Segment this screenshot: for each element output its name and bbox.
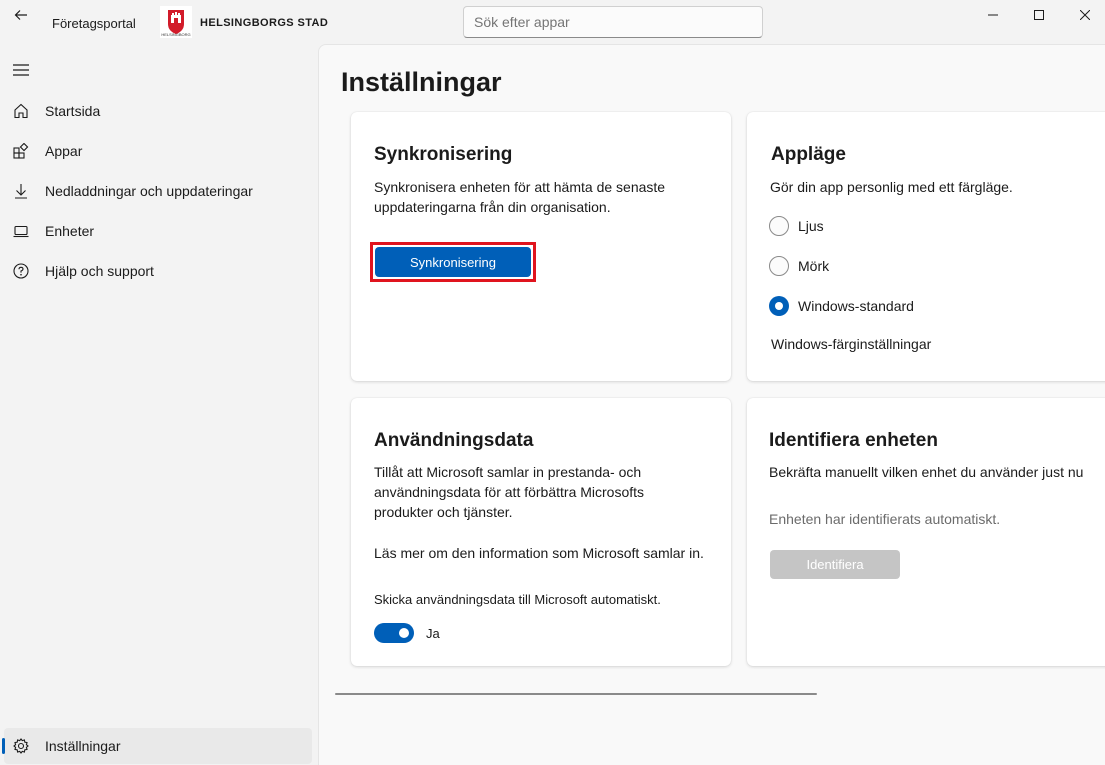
identify-card-title: Identifiera enheten — [769, 430, 938, 451]
sidebar-item-label: Enheter — [45, 223, 95, 239]
sidebar-item-downloads[interactable]: Nedladdningar och uppdateringar — [4, 173, 312, 209]
selection-indicator — [2, 738, 5, 754]
sidebar-item-help[interactable]: Hjälp och support — [4, 253, 312, 289]
sidebar: Startsida Appar Nedladdningar och uppdat… — [0, 44, 318, 765]
back-button[interactable] — [8, 4, 34, 26]
app-title: Företagsportal — [52, 16, 136, 31]
download-icon — [12, 182, 30, 200]
sync-card: Synkronisering Synkronisera enheten för … — [351, 112, 731, 381]
identify-status: Enheten har identifierats automatiskt. — [769, 511, 1001, 527]
help-icon — [12, 262, 30, 280]
sidebar-item-label: Inställningar — [45, 738, 121, 754]
maximize-button[interactable] — [1016, 0, 1062, 30]
radio-windows-default[interactable]: Windows-standard — [769, 295, 914, 317]
sync-card-description: Synkronisera enheten för att hämta de se… — [374, 179, 666, 215]
apps-icon — [12, 142, 30, 160]
org-name: HELSINGBORGS STAD — [200, 17, 329, 29]
sidebar-item-label: Startsida — [45, 103, 101, 119]
close-button[interactable] — [1062, 0, 1105, 30]
sidebar-item-settings[interactable]: Inställningar — [2, 728, 312, 764]
toggle-caption: Skicka användningsdata till Microsoft au… — [374, 592, 661, 607]
hamburger-icon — [13, 64, 29, 76]
radio-button[interactable] — [769, 256, 789, 276]
app-mode-card: Appläge Gör din app personlig med ett fä… — [747, 112, 1105, 381]
color-settings-link[interactable]: Windows-färginställningar — [771, 334, 931, 354]
usage-card-title: Användningsdata — [374, 430, 534, 451]
search-input[interactable] — [463, 6, 763, 38]
learn-more-link[interactable]: Läs mer om den information som Microsoft… — [374, 543, 719, 563]
identify-card-description: Bekräfta manuellt vilken enhet du använd… — [769, 464, 1084, 480]
org-logo: HELSINGBORG — [160, 6, 192, 38]
horizontal-scrollbar[interactable] — [335, 693, 817, 695]
app-mode-card-description: Gör din app personlig med ett färgläge. — [770, 179, 1013, 195]
main-content: Inställningar Synkronisering Synkroniser… — [318, 44, 1105, 765]
sidebar-item-label: Nedladdningar och uppdateringar — [45, 183, 253, 199]
logo-caption: HELSINGBORG — [161, 32, 191, 37]
sidebar-item-label: Hjälp och support — [45, 263, 154, 279]
radio-label: Windows-standard — [798, 298, 914, 314]
identify-device-card: Identifiera enheten Bekräfta manuellt vi… — [747, 398, 1105, 666]
minimize-icon — [988, 14, 998, 16]
radio-label: Mörk — [798, 258, 830, 274]
identify-button[interactable]: Identifiera — [770, 550, 900, 579]
toggle-state-label: Ja — [426, 626, 440, 641]
sync-card-title: Synkronisering — [374, 144, 513, 165]
laptop-icon — [12, 222, 30, 240]
app-mode-card-title: Appläge — [771, 144, 846, 165]
close-icon — [1080, 10, 1090, 20]
sync-button[interactable]: Synkronisering — [375, 247, 531, 277]
radio-label: Ljus — [798, 218, 824, 234]
sidebar-item-label: Appar — [45, 143, 83, 159]
sidebar-item-home[interactable]: Startsida — [4, 93, 312, 129]
minimize-button[interactable] — [970, 0, 1016, 30]
radio-button-selected[interactable] — [769, 296, 789, 316]
radio-light[interactable]: Ljus — [769, 215, 824, 237]
radio-dark[interactable]: Mörk — [769, 255, 829, 277]
page-title: Inställningar — [341, 67, 502, 97]
menu-button[interactable] — [8, 58, 34, 82]
home-icon — [12, 102, 30, 120]
arrow-left-icon — [14, 10, 27, 20]
sidebar-item-apps[interactable]: Appar — [4, 133, 312, 169]
title-bar: Företagsportal HELSINGBORG HELSINGBORGS … — [0, 0, 1105, 44]
radio-button[interactable] — [769, 216, 789, 236]
gear-icon — [12, 737, 30, 755]
sidebar-item-devices[interactable]: Enheter — [4, 213, 312, 249]
usage-card-description: Tillåt att Microsoft samlar in prestanda… — [374, 464, 645, 520]
usage-toggle[interactable] — [374, 623, 414, 643]
usage-data-card: Användningsdata Tillåt att Microsoft sam… — [351, 398, 731, 666]
maximize-icon — [1034, 10, 1044, 20]
